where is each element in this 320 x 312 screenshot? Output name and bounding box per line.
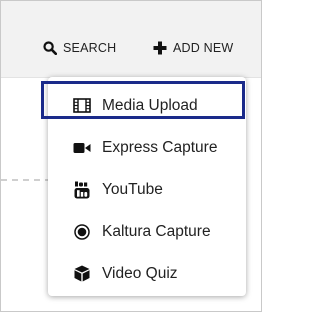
menu-item-media-upload[interactable]: Media Upload [48, 85, 246, 126]
add-new-dropdown-menu: Media Upload Express Capture YouTube Kal… [48, 77, 246, 296]
add-new-label: ADD NEW [173, 41, 234, 55]
menu-item-label: Media Upload [102, 96, 198, 114]
film-icon [68, 98, 96, 113]
toolbar: SEARCH ADD NEW [1, 1, 261, 78]
record-icon [68, 223, 96, 240]
menu-item-label: Kaltura Capture [102, 222, 211, 240]
menu-item-youtube[interactable]: YouTube [48, 169, 246, 210]
search-label: SEARCH [63, 41, 117, 55]
plus-icon [153, 41, 167, 55]
search-icon [43, 41, 57, 55]
menu-item-label: Video Quiz [102, 264, 178, 282]
menu-item-video-quiz[interactable]: Video Quiz [48, 253, 246, 294]
background-divider [1, 179, 51, 181]
search-button[interactable]: SEARCH [43, 38, 116, 58]
page-frame: SEARCH ADD NEW Media Upload Express Capt… [0, 0, 262, 312]
youtube-icon [68, 181, 96, 199]
menu-item-kaltura-capture[interactable]: Kaltura Capture [48, 211, 246, 252]
menu-item-express-capture[interactable]: Express Capture [48, 127, 246, 168]
menu-item-label: Express Capture [102, 138, 218, 156]
video-camera-icon [68, 142, 96, 154]
menu-item-label: YouTube [102, 180, 163, 198]
cube-icon [68, 265, 96, 282]
add-new-button[interactable]: ADD NEW [153, 38, 233, 58]
